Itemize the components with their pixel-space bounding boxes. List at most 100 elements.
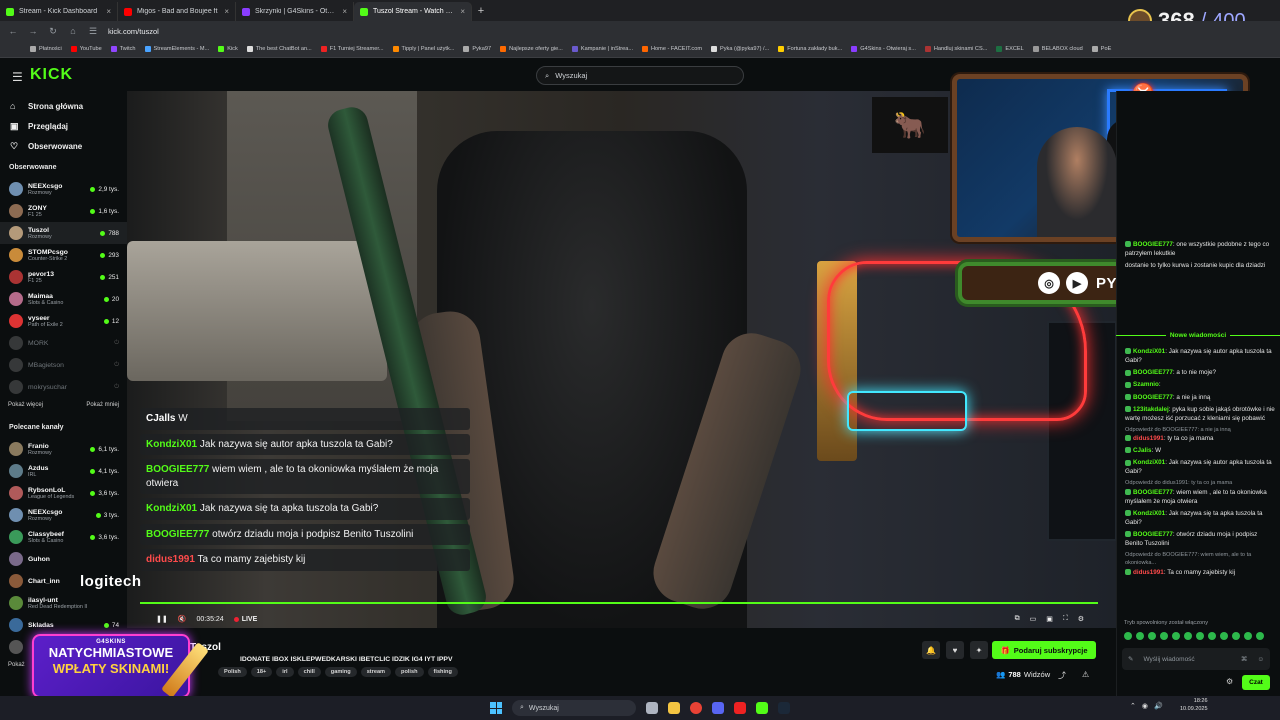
windows-start-icon[interactable] [490, 702, 502, 714]
sidebar-channel-item[interactable]: Azdus IRL 4,1 tys. [0, 460, 127, 482]
bookmark-item[interactable]: F1 Turniej Streamer... [320, 46, 384, 52]
browser-tab[interactable]: Stream - Kick Dashboard × [0, 2, 118, 21]
notification-bell-icon[interactable]: 🔔 [922, 641, 940, 659]
bookmark-item[interactable]: Kampanie | inStrea... [571, 46, 633, 52]
chevron-up-icon[interactable]: ⌃ [1130, 702, 1136, 710]
chat-input[interactable]: ✎ Wyślij wiadomość ⌘ ☺ [1122, 648, 1270, 670]
browser-tab[interactable]: Migos - Bad and Boujee ft × [118, 2, 236, 21]
emote-icon[interactable] [1256, 632, 1264, 640]
chat-username[interactable]: didus1991 [1133, 435, 1164, 442]
recommended-show-more-button[interactable]: Pokaż [8, 662, 25, 672]
sidebar-nav-item[interactable]: ♡ Obserwowane [0, 136, 127, 156]
sidebar-nav-item[interactable]: ▣ Przeglądaj [0, 116, 127, 136]
forward-icon[interactable]: → [28, 26, 38, 36]
sidebar-channel-item[interactable]: Classybeef Slots & Casino 3,6 tys. [0, 526, 127, 548]
chat-username[interactable]: BOOGIEE777 [1133, 531, 1173, 538]
sidebar-channel-item[interactable]: Maimaa Slots & Casino 20 [0, 288, 127, 310]
sidebar-channel-item[interactable]: Skladas 74 [0, 614, 127, 636]
follow-heart-icon[interactable]: ♥ [946, 641, 964, 659]
volume-icon[interactable]: 🔊 [1154, 702, 1163, 710]
gift-icon[interactable]: ✦ [970, 641, 988, 659]
chat-username[interactable]: BOOGIEE777 [1133, 394, 1173, 401]
bookmark-item[interactable]: StreamElements - M... [144, 46, 209, 52]
pip-icon[interactable]: ▣ [1046, 615, 1053, 623]
gift-subscription-button[interactable]: 🎁 Podaruj subskrypcje [992, 641, 1096, 659]
bookmark-item[interactable]: YouTube [70, 46, 102, 52]
sidebar-channel-item[interactable]: RybsonLoL League of Legends 3,6 tys. [0, 482, 127, 504]
pause-icon[interactable]: ❚❚ [156, 615, 168, 623]
close-tab-icon[interactable]: × [342, 7, 347, 16]
settings-icon[interactable]: ⚙ [1078, 615, 1084, 623]
close-tab-icon[interactable]: × [460, 7, 465, 16]
stream-tag[interactable]: chill [297, 667, 321, 677]
bookmark-item[interactable]: Twitch [110, 46, 136, 52]
sidebar-channel-item[interactable]: Franio Rozmowy 6,1 tys. [0, 438, 127, 460]
emote-icon[interactable] [1196, 632, 1204, 640]
browser-tab[interactable]: Tuszol Stream - Watch Live on × [354, 2, 472, 21]
bookmark-item[interactable]: Pyka (@pyka97) /... [711, 46, 769, 52]
emote-icon[interactable] [1232, 632, 1240, 640]
clip-icon[interactable]: ⧉ [1015, 615, 1020, 623]
sidebar-channel-item[interactable]: MBagietson ⏻ [0, 354, 127, 376]
report-icon[interactable]: ⚠ [1082, 670, 1089, 679]
kick-logo[interactable]: KICK [30, 66, 73, 84]
show-more-button[interactable]: Pokaż więcej [8, 402, 43, 412]
bookmark-item[interactable]: PoE [1091, 46, 1111, 52]
close-tab-icon[interactable]: × [106, 7, 111, 16]
bookmark-item[interactable]: Płatności [30, 46, 62, 52]
bookmark-item[interactable]: Fortuna zakłady buk... [778, 46, 842, 52]
progress-bar[interactable] [140, 602, 1098, 604]
menu-icon[interactable]: ☰ [12, 70, 23, 84]
new-messages-divider[interactable]: Nowe wiadomości [1116, 332, 1280, 339]
stream-tag[interactable]: Polish [218, 667, 247, 677]
red-app-icon[interactable] [734, 702, 746, 714]
bookmark-item[interactable]: Kick [218, 46, 238, 52]
sidebar-nav-item[interactable]: ⌂ Strona główna [0, 96, 127, 116]
emote-icon[interactable] [1160, 632, 1168, 640]
bookmark-item[interactable]: G4Skins - Otwieraj s... [851, 46, 916, 52]
sidebar-channel-item[interactable]: vyseer Path of Exile 2 12 [0, 310, 127, 332]
sidebar-channel-item[interactable]: MORK ⏻ [0, 332, 127, 354]
emote-icon[interactable] [1148, 632, 1156, 640]
stream-tag[interactable]: gaming [324, 667, 357, 677]
back-icon[interactable]: ← [8, 26, 18, 36]
mute-icon[interactable]: 🔇 [178, 615, 187, 623]
stream-tag[interactable]: irl [276, 667, 294, 677]
bookmark-item[interactable]: The best ChatBot an... [246, 46, 312, 52]
sidebar-channel-item[interactable]: ZONY F1 25 1,6 tys. [0, 200, 127, 222]
stream-tag[interactable]: 18+ [250, 667, 273, 677]
bookmark-item[interactable]: EXCEL [996, 46, 1024, 52]
site-info-icon[interactable]: ☰ [88, 26, 98, 37]
fullscreen-icon[interactable]: ⛶ [1063, 615, 1068, 623]
wifi-icon[interactable]: ◉ [1142, 702, 1148, 710]
bookmark-item[interactable]: Home - FACEIT.com [642, 46, 702, 52]
show-less-button[interactable]: Pokaż mniej [86, 402, 119, 412]
command-icon[interactable]: ⌘ [1241, 655, 1248, 663]
task-view-icon[interactable] [646, 702, 658, 714]
browser-tab[interactable]: Skrzynki | G4Skins - Otwieraj sk × [236, 2, 354, 21]
sidebar-channel-item[interactable]: Guhon [0, 548, 127, 570]
new-tab-button[interactable]: + [472, 5, 490, 17]
sidebar-channel-item[interactable]: mokrysuchar ⏻ [0, 376, 127, 398]
chat-username[interactable]: didus1991 [1133, 569, 1164, 576]
chat-username[interactable]: CJalis [1133, 447, 1152, 454]
emote-icon[interactable] [1184, 632, 1192, 640]
url-field[interactable]: kick.com/tuszol [108, 27, 159, 36]
chat-username[interactable]: BOOGIEE777 [1133, 369, 1173, 376]
sidebar-channel-item[interactable]: Tuszol Rozmowy 788 [0, 222, 127, 244]
chat-username[interactable]: KondziX01 [1133, 348, 1165, 355]
reload-icon[interactable]: ↻ [48, 26, 58, 37]
emote-icon[interactable] [1136, 632, 1144, 640]
sidebar-channel-item[interactable]: NEEXcsgo Rozmowy 3 tys. [0, 504, 127, 526]
kick-app-icon[interactable] [756, 702, 768, 714]
steam-icon[interactable] [778, 702, 790, 714]
chrome-icon[interactable] [690, 702, 702, 714]
search-input[interactable]: ⌕ Wyszukaj [536, 66, 744, 85]
emote-icon[interactable] [1172, 632, 1180, 640]
file-explorer-icon[interactable] [668, 702, 680, 714]
emote-icon[interactable] [1220, 632, 1228, 640]
emoji-icon[interactable]: ☺ [1257, 656, 1264, 663]
home-nav-icon[interactable]: ⌂ [68, 26, 78, 36]
bookmark-item[interactable]: Tipply | Panel użytk... [392, 46, 454, 52]
stream-tag[interactable]: stream [360, 667, 392, 677]
